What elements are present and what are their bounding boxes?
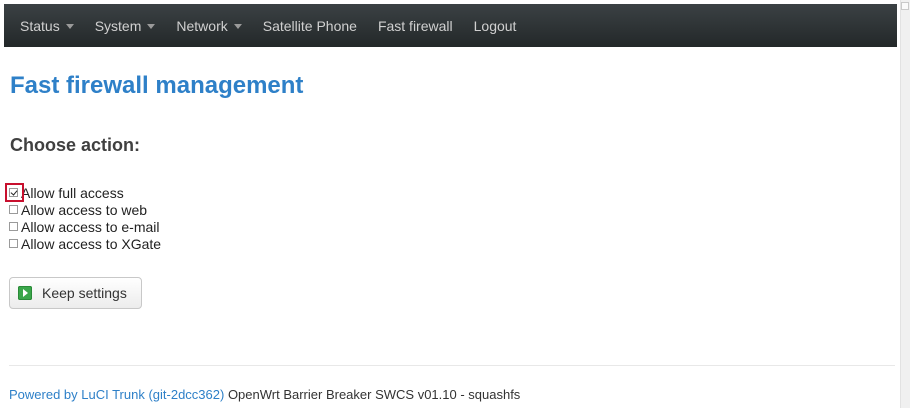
option-allow-full-access[interactable]: Allow full access [5,183,161,202]
option-label: Allow full access [21,184,124,201]
chevron-down-icon [65,24,74,29]
footer: Powered by LuCI Trunk (git-2dcc362) Open… [9,387,520,402]
option-label: Allow access to web [21,201,148,218]
nav-logout-label: Logout [473,17,517,34]
nav-satellite-phone[interactable]: Satellite Phone [263,18,357,34]
vertical-scrollbar[interactable] [900,0,910,408]
allow-email-checkbox[interactable] [9,222,18,231]
nav-logout[interactable]: Logout [474,18,517,34]
nav-fast-firewall[interactable]: Fast firewall [378,18,453,34]
action-options-list: Allow full access Allow access to web Al… [5,183,161,252]
nav-status-label: Status [20,17,60,34]
play-icon [18,286,32,300]
nav-fast-firewall-label: Fast firewall [377,17,453,34]
nav-satellite-phone-label: Satellite Phone [262,17,357,34]
chevron-down-icon [147,24,156,29]
luci-powered-by-link[interactable]: Powered by LuCI Trunk (git-2dcc362) [9,387,224,402]
nav-system-menu[interactable]: System [95,18,156,34]
option-label: Allow access to e-mail [21,218,160,235]
section-title: Choose action: [10,135,141,155]
selection-highlight-box [5,183,24,202]
footer-divider [9,365,895,366]
nav-network-label: Network [176,17,228,34]
option-label: Allow access to XGate [21,235,162,252]
nav-status-menu[interactable]: Status [20,18,74,34]
checkbox-wrapper [5,183,24,202]
nav-system-label: System [94,17,142,34]
option-allow-xgate[interactable]: Allow access to XGate [9,235,161,252]
keep-settings-label: Keep settings [42,285,127,301]
top-navbar: Status System Network Satellite Phone Fa… [4,4,897,47]
page-title: Fast firewall management [10,72,304,99]
keep-settings-button[interactable]: Keep settings [9,277,142,309]
footer-version-text: OpenWrt Barrier Breaker SWCS v01.10 - sq… [224,387,521,402]
chevron-down-icon [233,24,242,29]
nav-network-menu[interactable]: Network [176,17,242,34]
allow-xgate-checkbox[interactable] [9,239,18,248]
option-allow-web[interactable]: Allow access to web [9,201,161,218]
option-allow-email[interactable]: Allow access to e-mail [9,218,161,235]
allow-web-checkbox[interactable] [9,205,18,214]
scroll-up-arrow-icon[interactable] [901,2,909,10]
